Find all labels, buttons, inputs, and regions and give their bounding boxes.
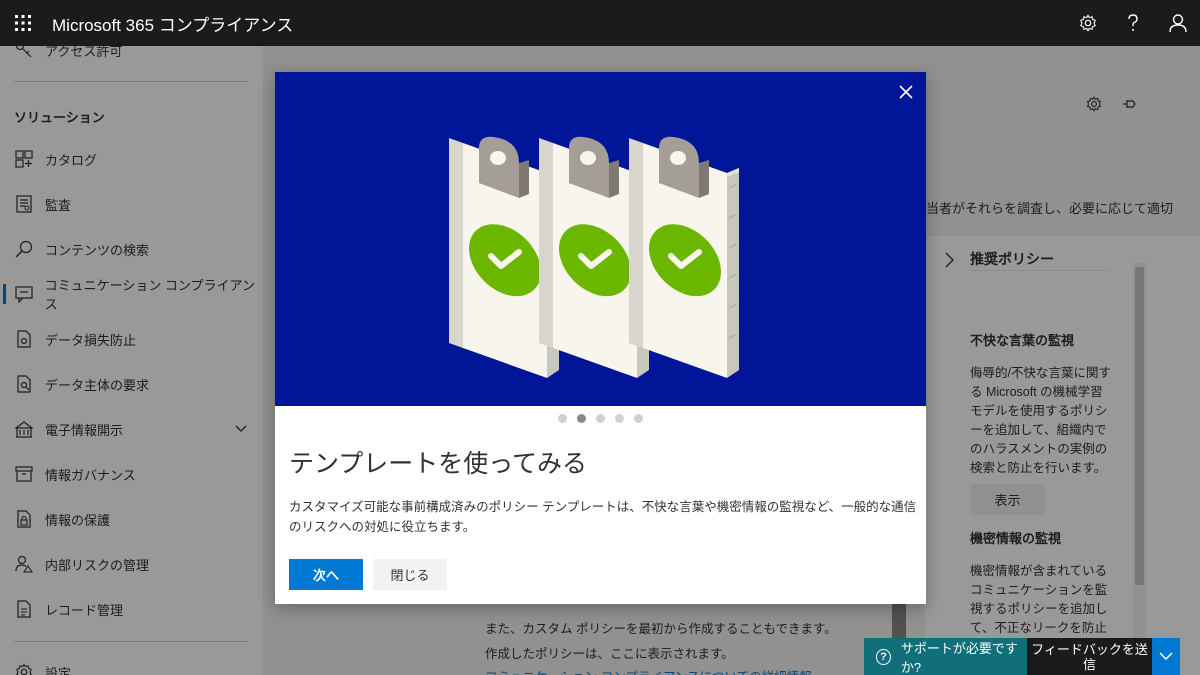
carousel-dot-4[interactable] bbox=[615, 414, 624, 423]
help-icon[interactable] bbox=[1110, 0, 1155, 46]
template-modal: テンプレートを使ってみる カスタマイズ可能な事前構成済みのポリシー テンプレート… bbox=[275, 72, 926, 604]
next-button[interactable]: 次へ bbox=[289, 559, 363, 590]
app-launcher-icon[interactable] bbox=[0, 0, 46, 46]
carousel-dot-1[interactable] bbox=[558, 414, 567, 423]
top-bar: Microsoft 365 コンプライアンス bbox=[0, 0, 1200, 46]
modal-body: カスタマイズ可能な事前構成済みのポリシー テンプレートは、不快な言葉や機密情報の… bbox=[289, 500, 917, 534]
carousel-dots bbox=[275, 414, 926, 423]
clipboard-3 bbox=[629, 137, 739, 378]
modal-title: テンプレートを使ってみる bbox=[289, 450, 588, 478]
carousel-dot-5[interactable] bbox=[634, 414, 643, 423]
carousel-dot-2[interactable] bbox=[577, 414, 586, 423]
close-icon[interactable] bbox=[892, 78, 920, 106]
help-circle-icon: ? bbox=[876, 648, 891, 665]
settings-gear-icon[interactable] bbox=[1065, 0, 1110, 46]
chevron-down-icon[interactable] bbox=[1152, 638, 1180, 675]
close-button[interactable]: 閉じる bbox=[373, 559, 447, 590]
user-account-icon[interactable] bbox=[1155, 0, 1200, 46]
app-title[interactable]: Microsoft 365 コンプライアンス bbox=[52, 11, 293, 36]
feedback-button[interactable]: フィードバックを送信 bbox=[1027, 638, 1152, 675]
support-label: サポートが必要ですか? bbox=[900, 640, 1018, 675]
hero-illustration bbox=[275, 72, 926, 406]
support-button[interactable]: ? サポートが必要ですか? bbox=[864, 638, 1027, 675]
carousel-dot-3[interactable] bbox=[596, 414, 605, 423]
clipboard-check-illustration bbox=[275, 72, 926, 406]
